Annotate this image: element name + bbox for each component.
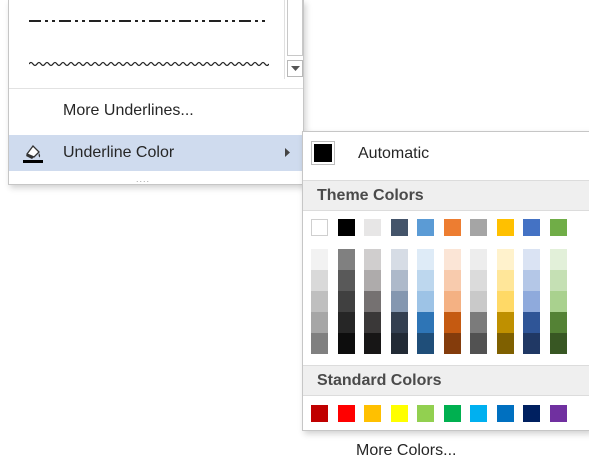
more-colors-label: More Colors...: [356, 442, 457, 459]
theme-shade-swatch[interactable]: [443, 270, 461, 291]
theme-shade-swatch[interactable]: [390, 333, 408, 354]
theme-shade-swatch[interactable]: [470, 333, 487, 354]
theme-shade-swatch[interactable]: [496, 291, 514, 312]
wavy-underline-option[interactable]: [29, 60, 269, 68]
theme-color-swatch[interactable]: [470, 219, 487, 236]
automatic-color-option[interactable]: Automatic: [303, 132, 589, 176]
underline-color-palette: Automatic Theme Colors Standard Colors: [302, 131, 589, 431]
theme-shade-swatch[interactable]: [311, 333, 328, 354]
theme-shade-swatch[interactable]: [311, 249, 328, 270]
theme-color-swatch[interactable]: [364, 219, 381, 236]
theme-shade-swatch[interactable]: [390, 312, 408, 333]
theme-shade-swatch[interactable]: [390, 291, 408, 312]
theme-shade-swatch[interactable]: [390, 270, 408, 291]
standard-color-swatch[interactable]: [390, 405, 408, 422]
theme-color-swatch[interactable]: [417, 219, 434, 236]
theme-shade-swatch[interactable]: [337, 312, 355, 333]
theme-shade-swatch[interactable]: [390, 249, 408, 270]
theme-shade-swatch[interactable]: [337, 291, 355, 312]
theme-shade-swatch[interactable]: [417, 249, 434, 270]
theme-shade-swatch[interactable]: [496, 249, 514, 270]
more-colors-link[interactable]: More Colors...: [356, 442, 456, 460]
standard-color-swatch[interactable]: [496, 405, 514, 422]
theme-shade-swatch[interactable]: [364, 312, 381, 333]
theme-shade-swatch[interactable]: [443, 333, 461, 354]
theme-shade-swatch[interactable]: [470, 312, 487, 333]
theme-shade-swatch[interactable]: [523, 291, 540, 312]
theme-shade-swatch[interactable]: [496, 270, 514, 291]
standard-color-swatch[interactable]: [443, 405, 461, 422]
theme-shade-swatch[interactable]: [311, 270, 328, 291]
theme-shade-swatch[interactable]: [549, 270, 567, 291]
theme-shade-swatch[interactable]: [470, 270, 487, 291]
theme-color-swatch[interactable]: [523, 219, 540, 236]
menu-divider: [9, 88, 303, 89]
theme-shade-swatch[interactable]: [443, 249, 461, 270]
theme-colors-header-label: Theme Colors: [317, 187, 424, 204]
resize-grip[interactable]: ....: [136, 174, 150, 184]
scroll-thumb[interactable]: [287, 0, 303, 56]
theme-shade-swatch[interactable]: [417, 312, 434, 333]
underline-style-gallery: [23, 0, 273, 86]
theme-color-swatch[interactable]: [337, 219, 355, 236]
theme-shade-swatch[interactable]: [496, 312, 514, 333]
theme-shade-swatch[interactable]: [470, 249, 487, 270]
more-underlines-item[interactable]: More Underlines...: [9, 93, 303, 129]
standard-colors-header-label: Standard Colors: [317, 372, 442, 389]
standard-color-swatch[interactable]: [470, 405, 487, 422]
triangle-down-icon: [290, 65, 300, 71]
theme-shade-swatch[interactable]: [470, 291, 487, 312]
theme-color-swatch[interactable]: [443, 219, 461, 236]
theme-shade-swatch[interactable]: [417, 270, 434, 291]
theme-shade-swatch[interactable]: [311, 291, 328, 312]
theme-shade-swatch[interactable]: [337, 270, 355, 291]
theme-shade-swatch[interactable]: [523, 333, 540, 354]
automatic-color-swatch: [311, 141, 335, 165]
theme-shade-swatch[interactable]: [549, 312, 567, 333]
underline-color-item[interactable]: Underline Color: [9, 135, 303, 171]
theme-color-swatch[interactable]: [390, 219, 408, 236]
standard-colors-header: Standard Colors: [303, 365, 589, 396]
theme-shade-swatch[interactable]: [496, 333, 514, 354]
theme-shade-swatch[interactable]: [523, 270, 540, 291]
underline-menu: More Underlines... Underline Color ....: [8, 0, 304, 185]
standard-color-swatch[interactable]: [337, 405, 355, 422]
theme-shade-swatch[interactable]: [417, 291, 434, 312]
theme-shade-swatch[interactable]: [311, 312, 328, 333]
theme-shade-swatch[interactable]: [364, 333, 381, 354]
underline-color-icon: [23, 145, 43, 163]
theme-shade-swatch[interactable]: [443, 291, 461, 312]
standard-color-swatch[interactable]: [311, 405, 328, 422]
theme-shade-swatch[interactable]: [523, 249, 540, 270]
scroll-down-button[interactable]: [287, 60, 303, 77]
more-underlines-label: More Underlines...: [63, 102, 194, 119]
standard-color-swatch[interactable]: [523, 405, 540, 422]
gallery-scrollbar[interactable]: [284, 0, 306, 79]
theme-shade-swatch[interactable]: [417, 333, 434, 354]
theme-shade-swatch[interactable]: [337, 333, 355, 354]
theme-shade-swatch[interactable]: [337, 249, 355, 270]
theme-colors-header: Theme Colors: [303, 180, 589, 211]
standard-color-swatch[interactable]: [364, 405, 381, 422]
automatic-label: Automatic: [358, 145, 430, 162]
standard-color-swatch[interactable]: [417, 405, 434, 422]
standard-color-swatch[interactable]: [549, 405, 567, 422]
theme-shade-swatch[interactable]: [549, 249, 567, 270]
theme-color-swatch[interactable]: [311, 219, 328, 236]
theme-shade-swatch[interactable]: [364, 291, 381, 312]
dash-dot-dot-underline-option[interactable]: [29, 18, 269, 24]
theme-shade-swatch[interactable]: [364, 270, 381, 291]
theme-color-swatch[interactable]: [496, 219, 514, 236]
theme-shade-swatch[interactable]: [364, 249, 381, 270]
chevron-right-icon: [285, 148, 290, 157]
theme-shade-swatch[interactable]: [523, 312, 540, 333]
theme-shade-swatch[interactable]: [443, 312, 461, 333]
underline-color-label: Underline Color: [63, 144, 175, 161]
theme-color-swatch[interactable]: [549, 219, 567, 236]
theme-shade-swatch[interactable]: [549, 333, 567, 354]
theme-shade-swatch[interactable]: [549, 291, 567, 312]
